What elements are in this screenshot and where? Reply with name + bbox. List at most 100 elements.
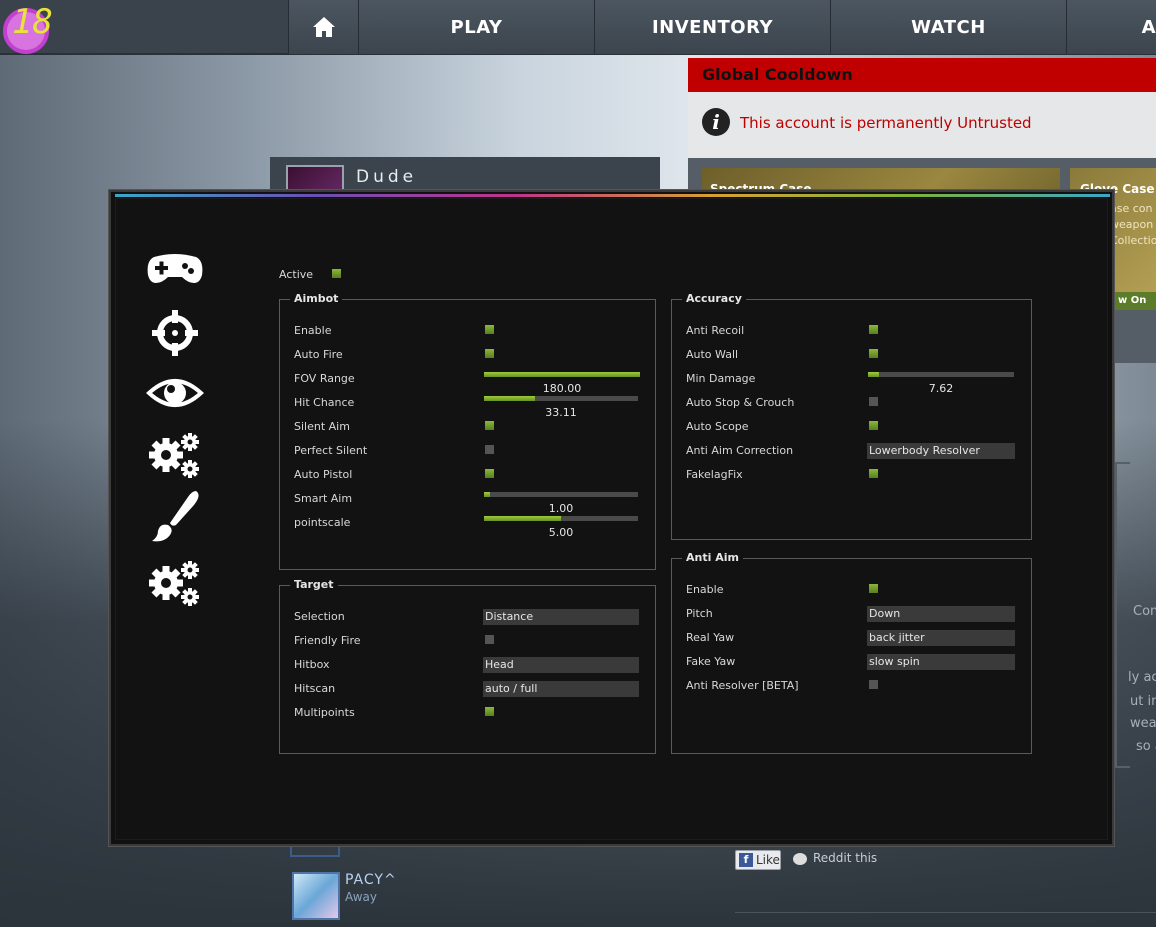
friend-name: Dude xyxy=(356,167,418,187)
slider-fill xyxy=(484,372,640,377)
pointscale-label: pointscale xyxy=(294,516,351,529)
real-yaw-label: Real Yaw xyxy=(686,631,735,644)
news-text: Con xyxy=(1133,604,1156,619)
selection-label: Selection xyxy=(294,610,345,623)
gears-icon[interactable] xyxy=(144,555,206,611)
news-text: wea xyxy=(1130,716,1156,731)
reddit-icon xyxy=(793,852,807,865)
target-groupbox: Target Selection Distance Friendly Fire … xyxy=(279,578,656,754)
pointscale-slider[interactable] xyxy=(484,516,638,521)
fake-yaw-dropdown[interactable]: slow spin xyxy=(867,654,1015,670)
cooldown-message: This account is permanently Untrusted xyxy=(740,114,1032,132)
pitch-dropdown[interactable]: Down xyxy=(867,606,1015,622)
hitbox-dropdown[interactable]: Head xyxy=(483,657,639,673)
silent-aim-checkbox[interactable] xyxy=(485,421,494,430)
friendly-fire-checkbox[interactable] xyxy=(485,635,494,644)
divider xyxy=(735,912,1156,913)
slider-fill xyxy=(484,516,561,521)
active-checkbox[interactable] xyxy=(332,269,341,278)
crosshair-icon[interactable] xyxy=(144,305,206,361)
enable-label: Enable xyxy=(294,324,332,337)
hit-chance-value: 33.11 xyxy=(545,406,577,419)
friend-status: Away xyxy=(345,890,377,904)
real-yaw-dropdown[interactable]: back jitter xyxy=(867,630,1015,646)
anti-recoil-label: Anti Recoil xyxy=(686,324,745,337)
groupbox-title: Target xyxy=(290,578,338,591)
friendly-fire-label: Friendly Fire xyxy=(294,634,361,647)
smart-aim-value: 1.00 xyxy=(548,502,574,515)
cheat-menu-window[interactable]: Active Aimbot Enable Auto Fire FOV Range… xyxy=(109,190,1114,846)
auto-fire-checkbox[interactable] xyxy=(485,349,494,358)
auto-scope-checkbox[interactable] xyxy=(869,421,878,430)
nav-more-label: A xyxy=(1141,16,1156,38)
aa-correction-label: Anti Aim Correction xyxy=(686,444,794,457)
selection-dropdown[interactable]: Distance xyxy=(483,609,639,625)
multipoints-checkbox[interactable] xyxy=(485,707,494,716)
accuracy-groupbox: Accuracy Anti Recoil Auto Wall Min Damag… xyxy=(671,292,1032,540)
hitbox-label: Hitbox xyxy=(294,658,330,671)
groupbox-title: Anti Aim xyxy=(682,551,743,564)
groupbox-title: Accuracy xyxy=(682,292,746,305)
slider-fill xyxy=(484,396,535,401)
perfect-silent-label: Perfect Silent xyxy=(294,444,368,457)
eye-icon[interactable] xyxy=(144,365,206,421)
cooldown-panel: Global Cooldown i This account is perman… xyxy=(688,58,1156,158)
auto-wall-checkbox[interactable] xyxy=(869,349,878,358)
top-navbar: 18 PLAY INVENTORY WATCH A xyxy=(0,0,1156,55)
aa-correction-dropdown[interactable]: Lowerbody Resolver xyxy=(867,443,1015,459)
auto-pistol-label: Auto Pistol xyxy=(294,468,353,481)
fake-yaw-label: Fake Yaw xyxy=(686,655,736,668)
anti-resolver-checkbox[interactable] xyxy=(869,680,878,689)
reddit-share-link[interactable]: Reddit this xyxy=(793,851,877,865)
avatar[interactable] xyxy=(292,872,340,920)
case-desc: Collection xyxy=(1110,234,1156,247)
auto-pistol-checkbox[interactable] xyxy=(485,469,494,478)
anti-recoil-checkbox[interactable] xyxy=(869,325,878,334)
gamepad-icon[interactable] xyxy=(144,241,206,297)
min-damage-label: Min Damage xyxy=(686,372,756,385)
facebook-like-button[interactable]: f Like xyxy=(735,850,781,870)
gears-icon[interactable] xyxy=(144,427,206,483)
slider-fill xyxy=(484,492,491,497)
auto-wall-label: Auto Wall xyxy=(686,348,739,361)
level-number: 18 xyxy=(12,2,53,42)
paintbrush-icon[interactable] xyxy=(144,489,206,545)
view-on-market-button[interactable]: w On Ma xyxy=(1114,292,1156,310)
nav-more[interactable]: A xyxy=(1066,0,1156,54)
fakelagfix-label: FakelagFix xyxy=(686,468,743,481)
friend-name[interactable]: PACY^ xyxy=(345,872,397,888)
home-button[interactable] xyxy=(288,0,358,54)
reddit-label: Reddit this xyxy=(813,851,878,865)
enable-checkbox[interactable] xyxy=(485,325,494,334)
hitscan-label: Hitscan xyxy=(294,682,336,695)
cooldown-title: Global Cooldown xyxy=(688,58,1156,92)
silent-aim-label: Silent Aim xyxy=(294,420,350,433)
anti-resolver-label: Anti Resolver [BETA] xyxy=(686,679,799,692)
hit-chance-slider[interactable] xyxy=(484,396,638,401)
aa-enable-label: Enable xyxy=(686,583,724,596)
fakelagfix-checkbox[interactable] xyxy=(869,469,878,478)
home-icon xyxy=(312,17,335,37)
hit-chance-label: Hit Chance xyxy=(294,396,355,409)
info-icon: i xyxy=(702,108,730,136)
nav-inventory[interactable]: INVENTORY xyxy=(594,0,830,54)
nav-watch[interactable]: WATCH xyxy=(830,0,1066,54)
aa-enable-checkbox[interactable] xyxy=(869,584,878,593)
auto-scope-label: Auto Scope xyxy=(686,420,749,433)
news-text: so a xyxy=(1136,739,1156,754)
perfect-silent-checkbox[interactable] xyxy=(485,445,494,454)
fov-range-label: FOV Range xyxy=(294,372,355,385)
news-text: ly ac xyxy=(1128,670,1156,685)
nav-play[interactable]: PLAY xyxy=(358,0,594,54)
auto-stop-label: Auto Stop & Crouch xyxy=(686,396,795,409)
fov-range-slider[interactable] xyxy=(484,372,640,377)
friend-card-edge xyxy=(290,847,340,857)
level-badge[interactable]: 18 xyxy=(2,2,72,54)
pitch-label: Pitch xyxy=(686,607,713,620)
auto-stop-checkbox[interactable] xyxy=(869,397,878,406)
like-label: Like xyxy=(756,853,780,867)
min-damage-slider[interactable] xyxy=(868,372,1014,377)
smart-aim-slider[interactable] xyxy=(484,492,638,497)
min-damage-value: 7.62 xyxy=(928,382,954,395)
hitscan-dropdown[interactable]: auto / full xyxy=(483,681,639,697)
